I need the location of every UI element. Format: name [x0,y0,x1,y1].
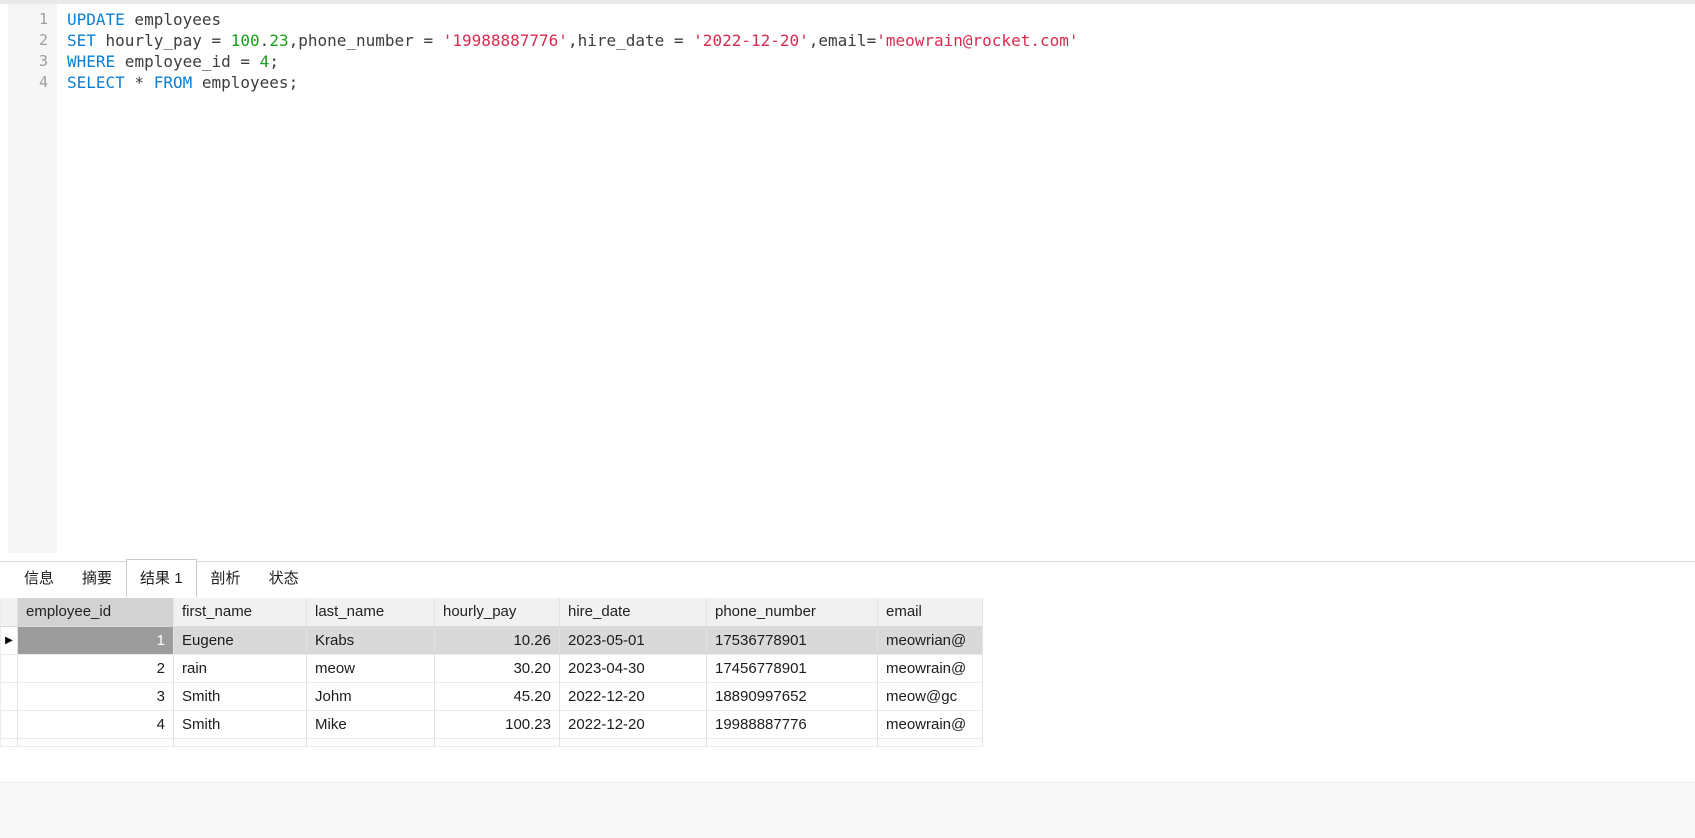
cell-first_name[interactable]: Smith [174,711,307,739]
column-header-hourly_pay[interactable]: hourly_pay [435,598,560,627]
cell-email[interactable]: meowrian@ [878,627,983,655]
line-number: 3 [8,51,57,72]
cell-employee_id[interactable]: 2 [18,655,174,683]
cell-email[interactable]: meowrain@ [878,711,983,739]
tab-result-1[interactable]: 结果 1 [126,559,197,597]
cell-last_name[interactable]: Krabs [307,627,435,655]
grid-header-row: employee_idfirst_namelast_namehourly_pay… [0,598,983,627]
code-text: WHERE employee_id = 4; [67,51,279,72]
cell-last_name[interactable]: meow [307,655,435,683]
line-number: 1 [8,9,57,30]
column-header-employee_id[interactable]: employee_id [18,598,174,627]
table-row: 2rainmeow30.202023-04-3017456778901meowr… [0,655,983,683]
cell-employee_id[interactable]: 3 [18,683,174,711]
empty-cell [18,739,174,747]
sql-editor[interactable]: 1 UPDATE employees 2 SET hourly_pay = 100.2… [0,4,1695,553]
cell-hourly_pay[interactable]: 10.26 [435,627,560,655]
code-line[interactable]: 3 WHERE employee_id = 4; [0,51,1695,72]
tab-info[interactable]: 信息 [10,562,68,597]
cell-hire_date[interactable]: 2023-05-01 [560,627,707,655]
cell-first_name[interactable]: rain [174,655,307,683]
cell-email[interactable]: meowrain@ [878,655,983,683]
tab-status[interactable]: 状态 [255,562,313,597]
sql-code[interactable]: 1 UPDATE employees 2 SET hourly_pay = 100.2… [0,4,1695,93]
cell-phone_number[interactable]: 18890997652 [707,683,878,711]
cell-phone_number[interactable]: 19988887776 [707,711,878,739]
cell-first_name[interactable]: Eugene [174,627,307,655]
row-selector[interactable] [0,683,18,711]
row-selector[interactable] [0,655,18,683]
cell-first_name[interactable]: Smith [174,683,307,711]
cell-employee_id[interactable]: 1 [18,627,174,655]
column-header-phone_number[interactable]: phone_number [707,598,878,627]
result-tabbar: 信息摘要结果 1剖析状态 [0,553,1695,595]
current-row-marker-icon: ▶ [5,635,13,646]
empty-cell [435,739,560,747]
cell-phone_number[interactable]: 17456778901 [707,655,878,683]
cell-hire_date[interactable]: 2022-12-20 [560,683,707,711]
table-row: 3SmithJohm45.202022-12-2018890997652meow… [0,683,983,711]
line-number: 2 [8,30,57,51]
code-line[interactable]: 1 UPDATE employees [0,9,1695,30]
cell-email[interactable]: meow@gc [878,683,983,711]
column-header-last_name[interactable]: last_name [307,598,435,627]
code-line[interactable]: 4 SELECT * FROM employees; [0,72,1695,93]
cell-hire_date[interactable]: 2023-04-30 [560,655,707,683]
table-row: 4SmithMike100.232022-12-2019988887776meo… [0,711,983,739]
window-bottom-strip [0,782,1695,838]
cell-hourly_pay[interactable]: 45.20 [435,683,560,711]
cell-last_name[interactable]: Johm [307,683,435,711]
line-number: 4 [8,72,57,93]
tab-summary[interactable]: 摘要 [68,562,126,597]
cell-hourly_pay[interactable]: 30.20 [435,655,560,683]
result-grid: employee_idfirst_namelast_namehourly_pay… [0,598,983,747]
code-text: UPDATE employees [67,9,221,30]
empty-cell [174,739,307,747]
code-text: SET hourly_pay = 100.23,phone_number = '… [67,30,1079,51]
column-header-first_name[interactable]: first_name [174,598,307,627]
row-selector[interactable]: ▶ [0,627,18,655]
row-selector [0,739,18,747]
app-window: 1 UPDATE employees 2 SET hourly_pay = 100.2… [0,0,1695,838]
grid-corner-cell[interactable] [0,598,18,627]
cell-phone_number[interactable]: 17536778901 [707,627,878,655]
row-selector[interactable] [0,711,18,739]
column-header-hire_date[interactable]: hire_date [560,598,707,627]
tab-profile[interactable]: 剖析 [197,562,255,597]
cell-last_name[interactable]: Mike [307,711,435,739]
cell-employee_id[interactable]: 4 [18,711,174,739]
empty-insert-row [0,739,983,747]
empty-cell [878,739,983,747]
code-text: SELECT * FROM employees; [67,72,298,93]
empty-cell [560,739,707,747]
cell-hourly_pay[interactable]: 100.23 [435,711,560,739]
cell-hire_date[interactable]: 2022-12-20 [560,711,707,739]
empty-cell [307,739,435,747]
table-row: ▶ 1EugeneKrabs10.262023-05-0117536778901m… [0,627,983,655]
code-line[interactable]: 2 SET hourly_pay = 100.23,phone_number = … [0,30,1695,51]
column-header-email[interactable]: email [878,598,983,627]
empty-cell [707,739,878,747]
